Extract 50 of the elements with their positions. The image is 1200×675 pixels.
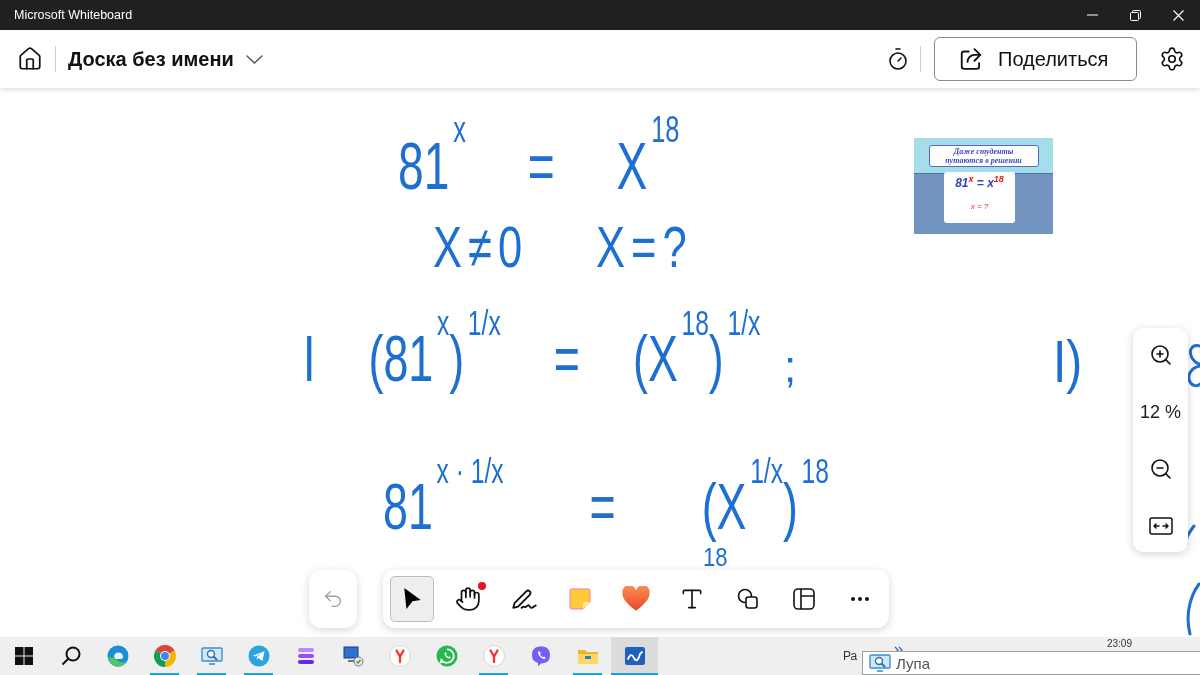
minimize-icon <box>1087 14 1098 16</box>
clock-text: 23:09 <box>1106 637 1132 651</box>
board-title-button[interactable]: Доска без имени <box>68 47 263 71</box>
template-icon <box>791 586 817 612</box>
handwritten-text: ; <box>784 342 797 392</box>
phone-bubble-icon <box>434 644 459 668</box>
chevron-down-icon <box>245 54 263 64</box>
settings-button[interactable] <box>1158 44 1186 74</box>
window-title: Microsoft Whiteboard <box>13 8 134 22</box>
tool-button[interactable] <box>390 576 434 622</box>
handwritten-text: 18 <box>703 546 728 568</box>
handwritten-text: I (81$^{x}$)$^{1/x}$ = (X$^{18}$)$^{1/x}$ <box>303 305 761 396</box>
image-equation: 81$^{x}$ = x$^{18}$ <box>955 175 1004 190</box>
restore-icon <box>1130 9 1141 21</box>
handwritten-text: X=? <box>596 215 693 281</box>
monitor-network-icon <box>340 644 365 668</box>
tooltip-text: Лупа <box>896 654 930 672</box>
handwritten-text: 81$^{x · 1/x}$ = (X$^{1/x}$)$^{18}$ <box>383 453 829 544</box>
pen-icon <box>511 589 537 609</box>
handwritten-text: I) <box>1053 327 1083 395</box>
y-circle-icon <box>387 644 412 668</box>
sticky-note-icon <box>567 586 593 612</box>
zoom-in-icon <box>1148 343 1173 367</box>
monitor-magnifier-icon <box>199 644 224 668</box>
paper-plane-icon <box>246 644 271 668</box>
settings-icon <box>1159 46 1185 72</box>
handwritten-text: 81$^{x}$ = X$^{18}$ <box>398 112 680 205</box>
tricolor-circle-icon <box>152 644 177 668</box>
home-icon <box>17 46 43 72</box>
zoom-level: 12 % <box>1140 400 1181 424</box>
stopwatch-icon <box>886 47 910 71</box>
hand-icon <box>455 586 481 612</box>
handwritten-text: X≠0 <box>433 215 529 281</box>
close-icon <box>1173 9 1184 21</box>
tray-text: Ра <box>843 649 858 663</box>
heart-icon <box>621 586 651 612</box>
zoom-out-icon <box>1148 457 1173 481</box>
start-icon <box>14 647 33 665</box>
more-icon <box>851 597 869 601</box>
share-icon <box>960 48 982 70</box>
pointer-icon <box>402 588 422 610</box>
image-heading: Даже студенты путаются в решении <box>928 145 1039 167</box>
undo-icon <box>322 588 344 610</box>
shapes-icon <box>735 586 761 612</box>
image-question: x = ? <box>970 202 989 211</box>
share-button[interactable]: Поделиться <box>934 37 1137 81</box>
swirl-globe-icon <box>105 644 130 668</box>
whiteboard-wave-icon <box>622 644 647 668</box>
fit-width-icon <box>1148 517 1173 535</box>
y-circle-icon <box>481 644 506 668</box>
